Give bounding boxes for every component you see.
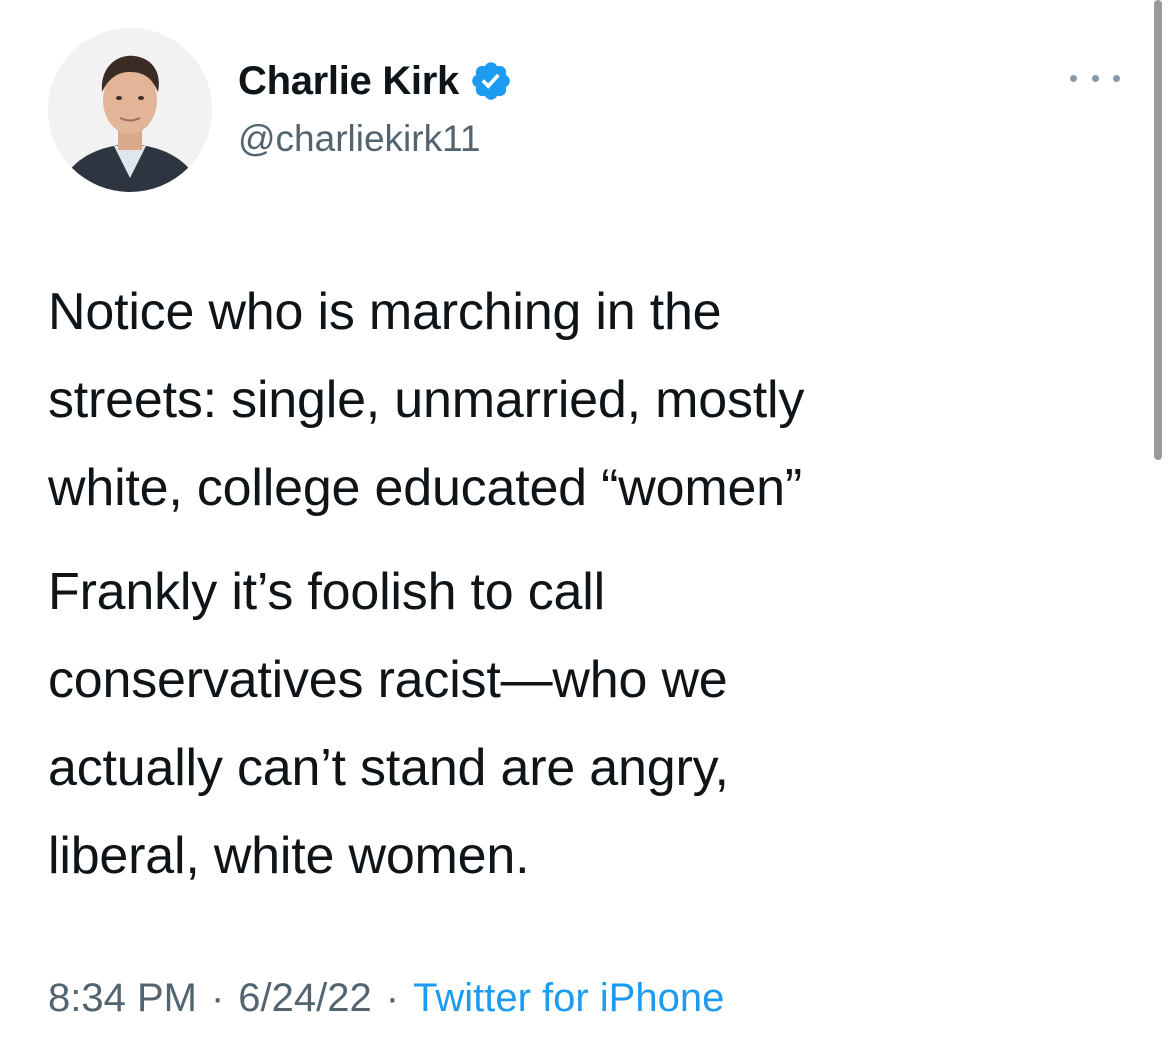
tweet-time[interactable]: 8:34 PM bbox=[48, 976, 197, 1020]
avatar[interactable] bbox=[48, 28, 212, 192]
tweet-paragraph: Frankly it’s foolish to call conservativ… bbox=[48, 563, 729, 885]
author-display-name[interactable]: Charlie Kirk bbox=[238, 59, 459, 104]
tweet-text: Notice who is marching in the streets: s… bbox=[48, 268, 1128, 900]
tweet: Charlie Kirk @charliekirk11 Notice who i… bbox=[0, 0, 1170, 1058]
more-dot bbox=[1070, 74, 1077, 82]
tweet-metadata: 8:34 PM · 6/24/22 · Twitter for iPhone bbox=[48, 976, 724, 1021]
scrollbar[interactable] bbox=[1154, 0, 1162, 460]
meta-separator: · bbox=[385, 976, 400, 1020]
tweet-date[interactable]: 6/24/22 bbox=[238, 976, 371, 1020]
author-handle[interactable]: @charliekirk11 bbox=[238, 118, 481, 160]
profile-photo-icon bbox=[48, 28, 212, 192]
more-dot bbox=[1113, 74, 1120, 82]
more-options-icon[interactable] bbox=[1070, 60, 1120, 96]
more-dot bbox=[1091, 74, 1099, 82]
tweet-paragraph: Notice who is marching in the streets: s… bbox=[48, 283, 805, 517]
meta-separator: · bbox=[210, 976, 225, 1020]
tweet-source-link[interactable]: Twitter for iPhone bbox=[413, 976, 724, 1020]
verified-badge-icon bbox=[469, 59, 513, 103]
author-name-row: Charlie Kirk bbox=[238, 56, 513, 106]
